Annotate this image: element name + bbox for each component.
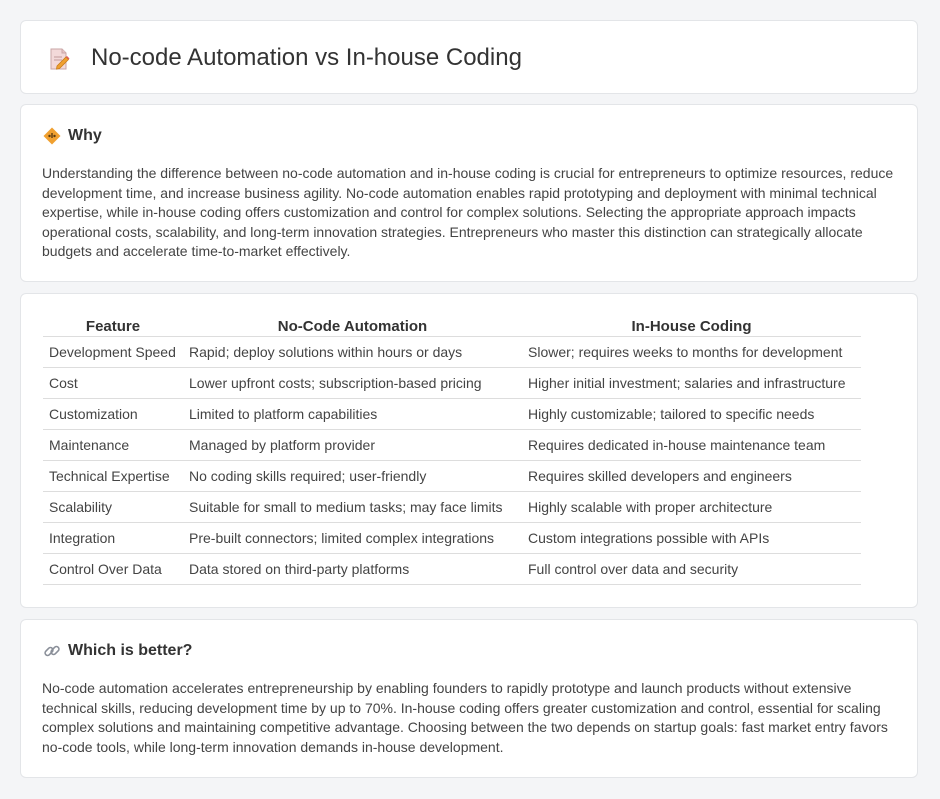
row-no-code: Suitable for small to medium tasks; may … (183, 491, 522, 523)
diamond-warning-icon (43, 127, 61, 145)
row-no-code: Managed by platform provider (183, 429, 522, 461)
row-feature: Cost (43, 367, 183, 399)
row-feature: Control Over Data (43, 553, 183, 585)
which-is-better-section: Which is better? No-code automation acce… (20, 619, 918, 778)
table-row: Control Over Data Data stored on third-p… (43, 553, 861, 585)
why-text: Understanding the difference between no-… (42, 165, 894, 260)
row-in-house: Requires dedicated in-house maintenance … (522, 429, 861, 461)
better-heading: Which is better? (68, 642, 193, 659)
row-feature: Development Speed (43, 336, 183, 368)
row-feature: Customization (43, 398, 183, 430)
row-in-house: Higher initial investment; salaries and … (522, 367, 861, 399)
link-icon (44, 645, 60, 657)
comparison-table-card: Feature No-Code Automation In-House Codi… (20, 293, 918, 608)
header-feature: Feature (43, 316, 183, 337)
table-row: Development Speed Rapid; deploy solution… (43, 336, 861, 368)
row-in-house: Custom integrations possible with APIs (522, 522, 861, 554)
why-section: Why Understanding the difference between… (20, 104, 918, 282)
better-text: No-code automation accelerates entrepren… (42, 680, 888, 755)
table-row: Technical Expertise No coding skills req… (43, 460, 861, 492)
row-no-code: Rapid; deploy solutions within hours or … (183, 336, 522, 368)
row-no-code: No coding skills required; user-friendly (183, 460, 522, 492)
why-header: Why (43, 127, 102, 145)
row-in-house: Full control over data and security (522, 553, 861, 585)
better-header: Which is better? (43, 642, 192, 660)
row-in-house: Highly customizable; tailored to specifi… (522, 398, 861, 430)
page-title: No-code Automation vs In-house Coding (91, 44, 522, 71)
header-no-code: No-Code Automation (183, 316, 522, 337)
row-feature: Technical Expertise (43, 460, 183, 492)
table-row: Maintenance Managed by platform provider… (43, 429, 861, 461)
table-row: Integration Pre-built connectors; limite… (43, 522, 861, 554)
row-no-code: Data stored on third-party platforms (183, 553, 522, 585)
header-in-house: In-House Coding (522, 316, 861, 337)
why-heading: Why (68, 127, 102, 144)
row-no-code: Limited to platform capabilities (183, 398, 522, 430)
document-pencil-icon (50, 48, 70, 70)
row-feature: Maintenance (43, 429, 183, 461)
row-in-house: Slower; requires weeks to months for dev… (522, 336, 861, 368)
table-row: Cost Lower upfront costs; subscription-b… (43, 367, 861, 399)
comparison-table: Feature No-Code Automation In-House Codi… (43, 316, 861, 585)
table-row: Customization Limited to platform capabi… (43, 398, 861, 430)
row-no-code: Lower upfront costs; subscription-based … (183, 367, 522, 399)
table-row: Scalability Suitable for small to medium… (43, 491, 861, 523)
title-card: No-code Automation vs In-house Coding (20, 20, 918, 94)
row-no-code: Pre-built connectors; limited complex in… (183, 522, 522, 554)
row-in-house: Highly scalable with proper architecture (522, 491, 861, 523)
table-header-row: Feature No-Code Automation In-House Codi… (43, 316, 861, 337)
row-feature: Integration (43, 522, 183, 554)
row-in-house: Requires skilled developers and engineer… (522, 460, 861, 492)
row-feature: Scalability (43, 491, 183, 523)
